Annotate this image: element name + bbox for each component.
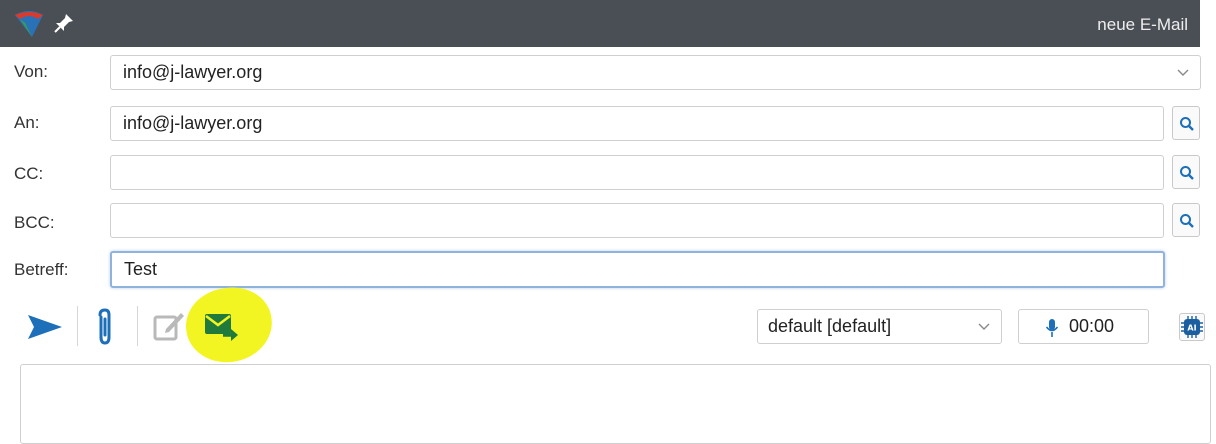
to-value: info@j-lawyer.org: [123, 113, 263, 133]
paperclip-icon[interactable]: [93, 307, 117, 347]
send-icon[interactable]: [26, 312, 64, 342]
bcc-label: BCC:: [14, 213, 55, 232]
cc-field[interactable]: [110, 155, 1164, 190]
from-select[interactable]: info@j-lawyer.org: [110, 55, 1201, 90]
to-label: An:: [14, 113, 40, 132]
profile-select[interactable]: default [default]: [757, 309, 1002, 344]
search-icon: [1180, 117, 1194, 131]
subject-field[interactable]: Test: [110, 251, 1165, 288]
cc-search-button[interactable]: [1172, 155, 1200, 189]
window-title: neue E-Mail: [1097, 15, 1188, 34]
toolbar-separator: [77, 306, 78, 346]
ai-assistant-button[interactable]: AI: [1179, 313, 1205, 341]
record-button[interactable]: 00:00: [1018, 309, 1149, 344]
edit-icon[interactable]: [152, 309, 186, 343]
title-bar: neue E-Mail: [0, 0, 1200, 47]
ai-chip-icon: AI: [1181, 316, 1203, 338]
bcc-search-button[interactable]: [1172, 203, 1200, 237]
app-logo: [15, 11, 43, 37]
bcc-field[interactable]: [110, 203, 1164, 238]
microphone-icon: [1045, 319, 1059, 337]
record-time: 00:00: [1069, 316, 1115, 336]
message-body-editor[interactable]: [20, 364, 1211, 444]
from-label: Von:: [14, 62, 49, 81]
search-icon: [1180, 166, 1194, 180]
toolbar-separator: [137, 306, 138, 346]
subject-value: Test: [124, 259, 158, 279]
pin-icon[interactable]: [52, 11, 76, 35]
profile-select-value: default [default]: [768, 316, 892, 336]
to-field[interactable]: info@j-lawyer.org: [110, 106, 1164, 141]
email-forward-icon[interactable]: [203, 311, 241, 343]
from-value: info@j-lawyer.org: [123, 62, 263, 82]
ai-label: AI: [1187, 324, 1196, 333]
cc-label: CC:: [14, 164, 44, 183]
subject-label: Betreff:: [14, 260, 69, 279]
chevron-down-icon: [978, 323, 990, 330]
to-search-button[interactable]: [1172, 106, 1200, 140]
chevron-down-icon: [1177, 69, 1189, 76]
search-icon: [1180, 214, 1194, 228]
